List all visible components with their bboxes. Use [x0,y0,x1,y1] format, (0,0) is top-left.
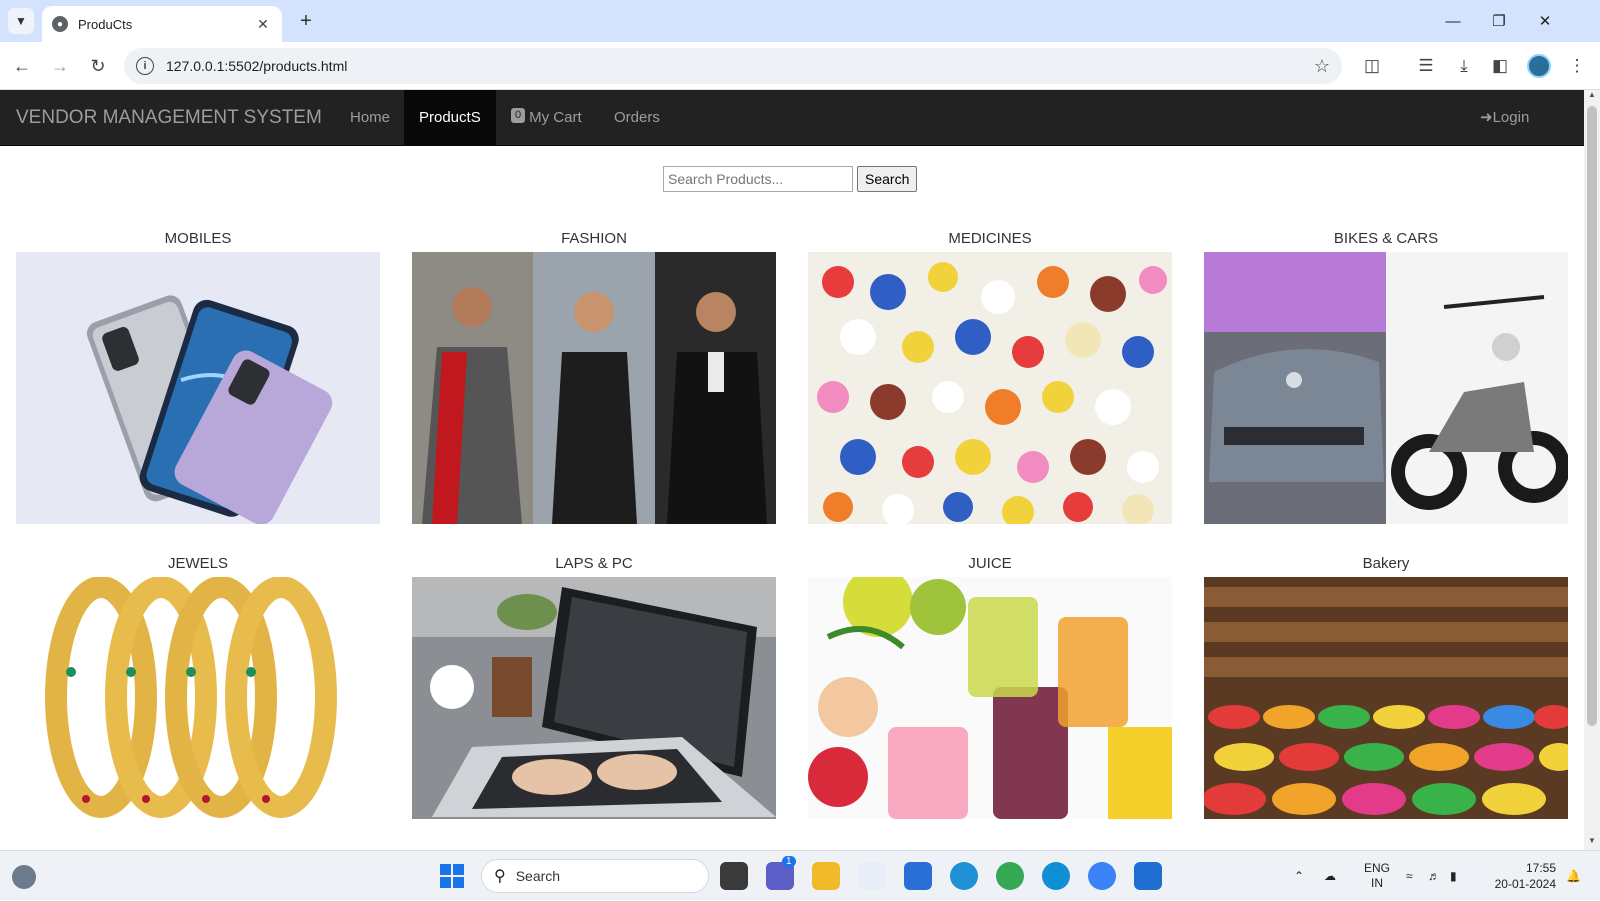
onedrive-icon[interactable]: ☁ [1324,851,1336,901]
forward-icon[interactable]: → [46,52,74,80]
windows-start-icon[interactable] [440,864,464,888]
category-card-laps-pc[interactable]: LAPS & PC [412,553,776,819]
url-text[interactable]: 127.0.0.1:5502/products.html [166,58,1314,74]
profile-avatar[interactable] [1527,54,1551,78]
search-input[interactable] [663,166,853,192]
teams-chat-icon[interactable]: 1 [766,856,796,890]
category-title: LAPS & PC [555,555,633,572]
category-title: JUICE [968,555,1012,572]
web-page: VENDOR MANAGEMENT SYSTEM Home ProductS 0… [0,90,1584,850]
restore-icon[interactable]: ❐ [1476,8,1522,34]
login-icon: ➜ [1480,109,1493,126]
category-card-bikes-cars[interactable]: BIKES & CARS [1204,228,1568,524]
browser-tabstrip: ▼ ● ProduCts ✕ + — ❐ ✕ [0,0,1600,42]
weather-icon[interactable] [12,865,36,889]
search-icon: ⚲ [494,868,506,885]
category-card-juice[interactable]: JUICE [808,553,1172,819]
minimize-icon[interactable]: — [1430,8,1476,34]
site-navbar: VENDOR MANAGEMENT SYSTEM Home ProductS 0… [0,90,1584,146]
tab-title: ProduCts [78,16,133,32]
side-panel-icon[interactable]: ◧ [1486,52,1514,80]
extensions-icon[interactable]: ◫ [1358,52,1386,80]
browser-tab[interactable]: ● ProduCts ✕ [42,6,282,42]
taskbar-search-label: Search [515,868,561,884]
reload-icon[interactable]: ↻ [84,52,112,80]
new-tab-icon[interactable]: + [294,9,318,33]
task-view-icon[interactable] [720,862,748,890]
category-card-fashion[interactable]: FASHION [412,228,776,524]
category-image-juice[interactable] [808,577,1172,819]
internet-explorer-icon[interactable] [950,862,978,890]
tray-chevron-icon[interactable]: ⌃ [1294,851,1304,901]
search-button[interactable]: Search [857,166,918,192]
browser-menu-icon[interactable]: ⋮ [1563,52,1591,80]
language-label: ENG [1364,861,1391,875]
nav-orders[interactable]: Orders [599,90,675,146]
wifi-icon[interactable]: ≈ [1406,851,1413,901]
chrome-icon[interactable] [996,862,1024,890]
notification-badge: 1 [782,856,796,867]
category-image-mobiles[interactable] [16,252,380,524]
back-icon[interactable]: ← [8,52,36,80]
media-control-icon[interactable]: ☰ [1412,52,1440,80]
clock-time: 17:55 [1525,861,1556,875]
category-card-bakery[interactable]: Bakery [1204,553,1568,819]
category-title: Bakery [1362,555,1410,572]
category-image-medicines[interactable] [808,252,1172,524]
clock[interactable]: 17:55 20-01-2024 [1486,851,1556,901]
bookmark-star-icon[interactable]: ☆ [1314,56,1330,77]
region-label: IN [1371,876,1383,890]
browser-toolbar: ← → ↻ i 127.0.0.1:5502/products.html ☆ ◫… [0,42,1600,90]
file-explorer-icon[interactable] [812,862,840,890]
category-title: MEDICINES [948,230,1032,247]
category-image-laps-pc[interactable] [412,577,776,819]
category-image-bakery[interactable] [1204,577,1568,819]
volume-icon[interactable]: ♬ [1428,851,1440,901]
nav-products[interactable]: ProductS [404,90,496,146]
category-image-fashion[interactable] [412,252,776,524]
scroll-up-icon[interactable]: ▲ [1584,90,1600,104]
category-title: MOBILES [164,230,232,247]
category-card-medicines[interactable]: MEDICINES [808,228,1172,524]
login-label: Login [1492,109,1530,126]
window-close-icon[interactable]: ✕ [1522,8,1568,34]
notepad-icon[interactable] [858,862,886,890]
globe-icon: ● [52,16,68,32]
category-image-jewels[interactable] [16,577,380,819]
scroll-down-icon[interactable]: ▼ [1584,836,1600,850]
category-title: JEWELS [167,555,228,572]
battery-icon[interactable]: ▮ [1450,851,1457,901]
address-bar[interactable]: i 127.0.0.1:5502/products.html ☆ [124,48,1342,84]
site-brand[interactable]: VENDOR MANAGEMENT SYSTEM [16,90,322,146]
microsoft-store-icon[interactable] [904,862,932,890]
category-title: FASHION [561,230,627,247]
app-icon[interactable] [1088,862,1116,890]
page-scrollbar[interactable]: ▲ ▼ [1584,90,1600,850]
edge-icon[interactable] [1042,862,1070,890]
language-indicator[interactable]: ENG IN [1364,851,1390,901]
vscode-icon[interactable] [1134,862,1162,890]
download-icon[interactable]: ⤓ [1450,52,1478,80]
category-image-bikes-cars[interactable] [1204,252,1568,524]
cart-count-badge: 0 [511,108,526,123]
nav-my-cart-label: My Cart [529,109,582,126]
category-card-jewels[interactable]: JEWELS [16,553,380,819]
nav-my-cart[interactable]: 0 My Cart [496,90,597,146]
taskbar-search[interactable]: ⚲ Search [481,859,709,893]
close-icon[interactable]: ✕ [254,16,272,33]
nav-home[interactable]: Home [335,90,405,146]
nav-login[interactable]: ➜Login [1480,90,1529,146]
clock-date: 20-01-2024 [1494,877,1556,891]
windows-taskbar: ⚲ Search 1 ⌃ ☁ ENG IN ≈ ♬ ▮ 17:55 20-01-… [0,850,1600,900]
category-title: BIKES & CARS [1333,230,1439,247]
tab-search-icon[interactable]: ▼ [8,8,34,34]
scroll-thumb[interactable] [1587,106,1597,726]
product-search: Search [663,166,918,192]
category-card-mobiles[interactable]: MOBILES [16,228,380,524]
notifications-bell-icon[interactable]: 🔔 [1566,851,1581,901]
site-info-icon[interactable]: i [136,57,154,75]
